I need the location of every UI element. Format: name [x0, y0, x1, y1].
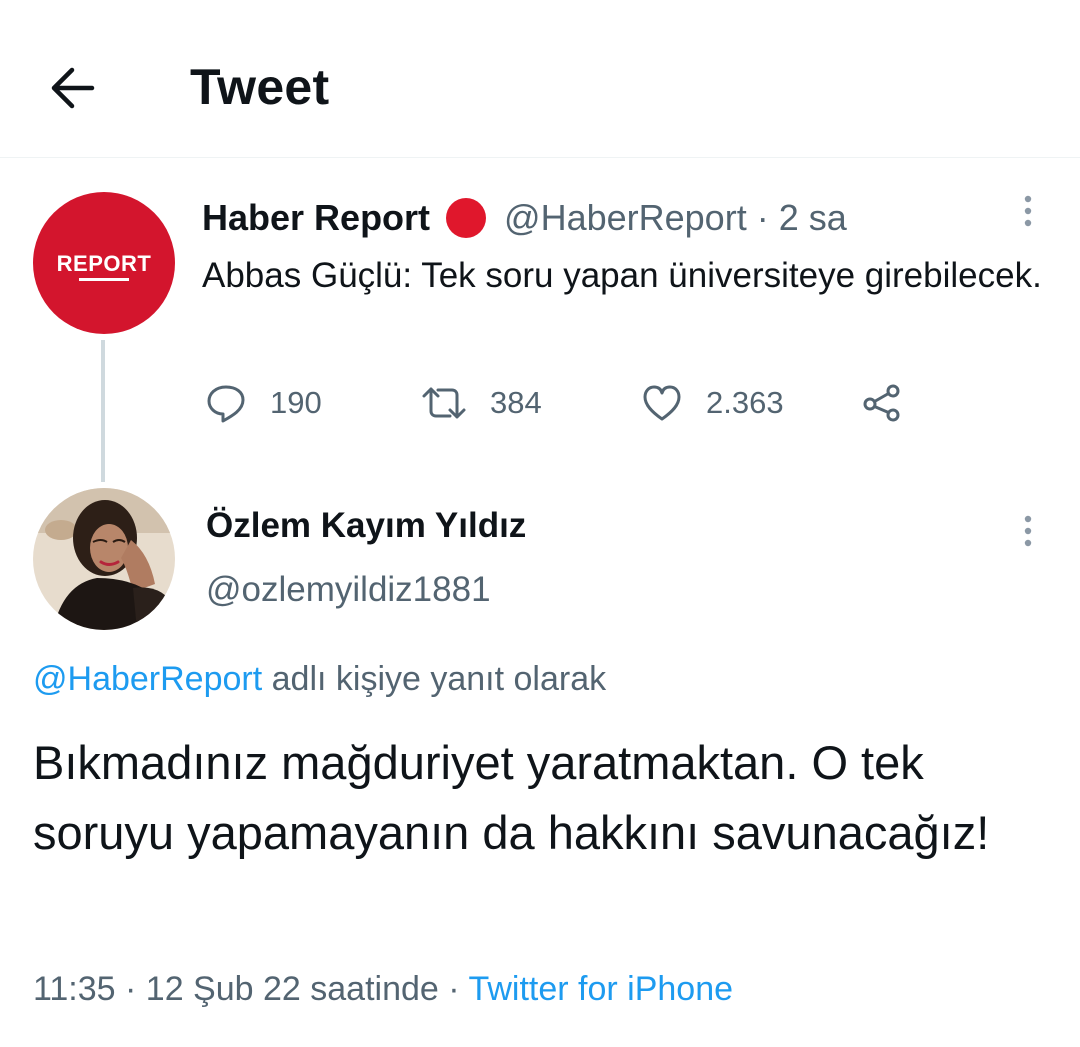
- retweet-icon: [422, 387, 466, 419]
- replying-to-label: adlı kişiye yanıt olarak: [271, 660, 607, 698]
- reply-icon: [207, 385, 245, 423]
- logo-underline: [79, 278, 129, 281]
- report-logo: REPORT: [56, 251, 152, 276]
- author-name[interactable]: Özlem Kayım Yıldız: [206, 506, 526, 546]
- separator: ·: [125, 970, 137, 1008]
- back-button[interactable]: [44, 60, 104, 116]
- page-title: Tweet: [190, 59, 330, 115]
- like-count: 2.363: [706, 385, 784, 420]
- arrow-left-icon: [51, 67, 95, 109]
- author-handle[interactable]: @HaberReport: [504, 197, 747, 239]
- red-circle-badge-icon: [446, 198, 487, 238]
- tweet-time[interactable]: 2 sa: [779, 197, 847, 239]
- reply-count: 190: [270, 385, 322, 420]
- tweet-date[interactable]: 12 Şub 22 saatinde: [146, 970, 439, 1008]
- reply-button[interactable]: 190: [204, 378, 322, 428]
- more-vertical-icon: [1024, 515, 1032, 547]
- share-button[interactable]: [860, 378, 904, 428]
- retweet-button[interactable]: 384: [420, 378, 542, 428]
- more-vertical-icon: [1024, 195, 1032, 227]
- profile-photo: [33, 488, 175, 630]
- tweet-time[interactable]: 11:35: [33, 970, 116, 1008]
- more-options-button[interactable]: [1018, 192, 1038, 232]
- tweet-meta: 11:35 · 12 Şub 22 saatinde · Twitter for…: [33, 970, 733, 1009]
- author-handle[interactable]: @ozlemyildiz1881: [206, 570, 491, 610]
- tweet-source-link[interactable]: Twitter for iPhone: [468, 970, 733, 1008]
- avatar[interactable]: [33, 488, 175, 630]
- separator: ·: [448, 970, 460, 1008]
- share-icon: [863, 384, 900, 422]
- top-bar: Tweet: [0, 0, 1080, 158]
- heart-icon: [643, 385, 681, 421]
- tweet-text: Abbas Güçlü: Tek soru yapan üniversiteye…: [202, 256, 1042, 295]
- thread-connector: [101, 340, 105, 482]
- like-button[interactable]: 2.363: [640, 378, 784, 428]
- tweet-text: Bıkmadınız mağduriyet yaratmaktan. O tek…: [33, 736, 990, 859]
- tweet-actions: 190 384 2.363: [202, 378, 922, 428]
- retweet-count: 384: [490, 385, 542, 420]
- avatar[interactable]: REPORT: [33, 192, 175, 334]
- tweet-author-row: Haber Report @HaberReport · 2 sa: [202, 196, 847, 240]
- author-name[interactable]: Haber Report: [202, 197, 430, 239]
- replying-to: @HaberReport adlı kişiye yanıt olarak: [33, 660, 606, 699]
- mention-link[interactable]: @HaberReport: [33, 660, 262, 698]
- separator: ·: [756, 197, 769, 238]
- more-options-button[interactable]: [1018, 512, 1038, 552]
